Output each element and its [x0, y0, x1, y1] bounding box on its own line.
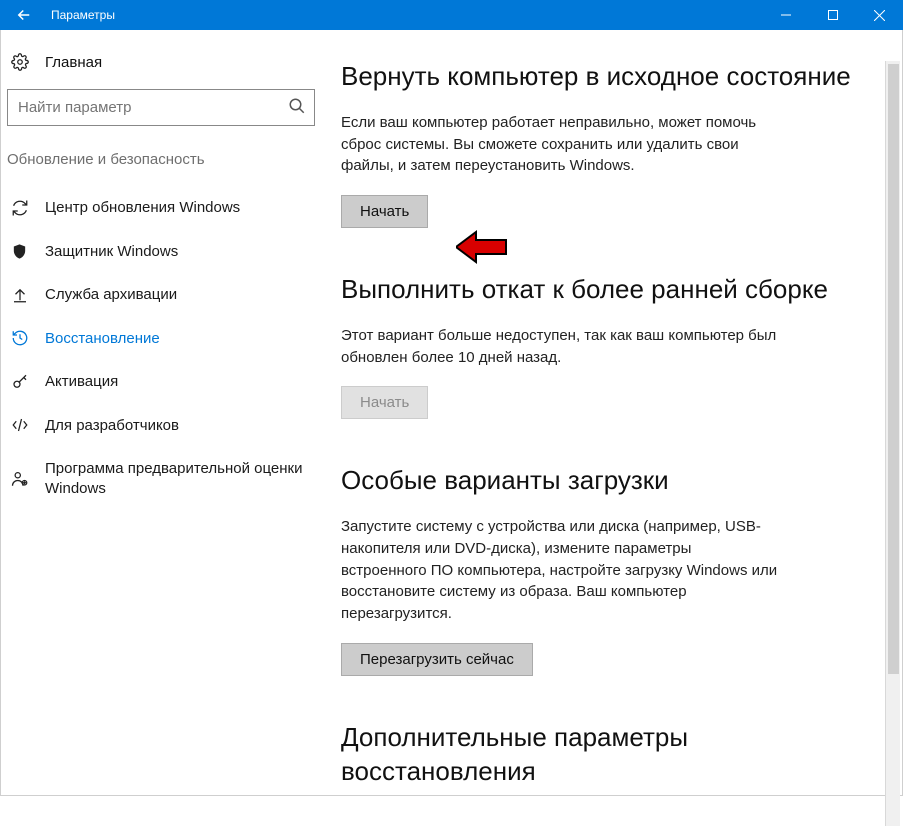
section-rollback-description: Этот вариант больше недоступен, так как … [341, 325, 781, 369]
search-field[interactable] [7, 89, 315, 126]
section-rollback-title: Выполнить откат к более ранней сборке [341, 273, 880, 307]
restart-now-button[interactable]: Перезагрузить сейчас [341, 643, 533, 676]
upload-icon [11, 286, 31, 304]
content-area: Вернуть компьютер в исходное состояние Е… [321, 30, 902, 795]
search-input[interactable] [18, 99, 278, 116]
title-bar: Параметры [0, 0, 903, 30]
sidebar-item-defender[interactable]: Защитник Windows [1, 230, 321, 274]
reset-begin-button[interactable]: Начать [341, 195, 428, 228]
section-reset-title: Вернуть компьютер в исходное состояние [341, 60, 880, 94]
sidebar-item-activation[interactable]: Активация [1, 360, 321, 404]
sidebar-item-recovery[interactable]: Восстановление [1, 317, 321, 361]
key-icon [11, 373, 31, 391]
shield-icon [11, 243, 31, 260]
section-advanced-title: Особые варианты загрузки [341, 464, 880, 498]
back-button[interactable] [0, 0, 47, 30]
tool-icon [11, 416, 31, 434]
sidebar-item-backup[interactable]: Служба архивации [1, 273, 321, 317]
scrollbar-thumb[interactable] [888, 64, 899, 674]
sidebar-item-insider[interactable]: Программа предварительной оценки Windows [1, 447, 321, 510]
window-title: Параметры [47, 8, 115, 22]
close-button[interactable] [856, 0, 903, 30]
section-advanced-description: Запустите систему с устройства или диска… [341, 516, 781, 625]
person-icon [11, 470, 31, 488]
scrollbar[interactable] [885, 61, 900, 826]
nav-category: Обновление и безопасность [1, 151, 321, 186]
sidebar: Главная Обновление и безопасность Центр … [1, 30, 321, 795]
section-reset-description: Если ваш компьютер работает неправильно,… [341, 112, 781, 177]
refresh-icon [11, 199, 31, 217]
sidebar-item-developers[interactable]: Для разработчиков [1, 404, 321, 448]
nav-list: Центр обновления Windows Защитник Window… [1, 186, 321, 510]
maximize-button[interactable] [809, 0, 856, 30]
history-icon [11, 329, 31, 347]
gear-icon [11, 53, 31, 71]
home-nav[interactable]: Главная [1, 45, 321, 79]
home-label: Главная [45, 54, 102, 71]
search-icon [288, 97, 306, 115]
sidebar-item-update[interactable]: Центр обновления Windows [1, 186, 321, 230]
rollback-begin-button: Начать [341, 386, 428, 419]
section-extra-title: Дополнительные параметры восстановления [341, 721, 880, 789]
minimize-button[interactable] [762, 0, 809, 30]
